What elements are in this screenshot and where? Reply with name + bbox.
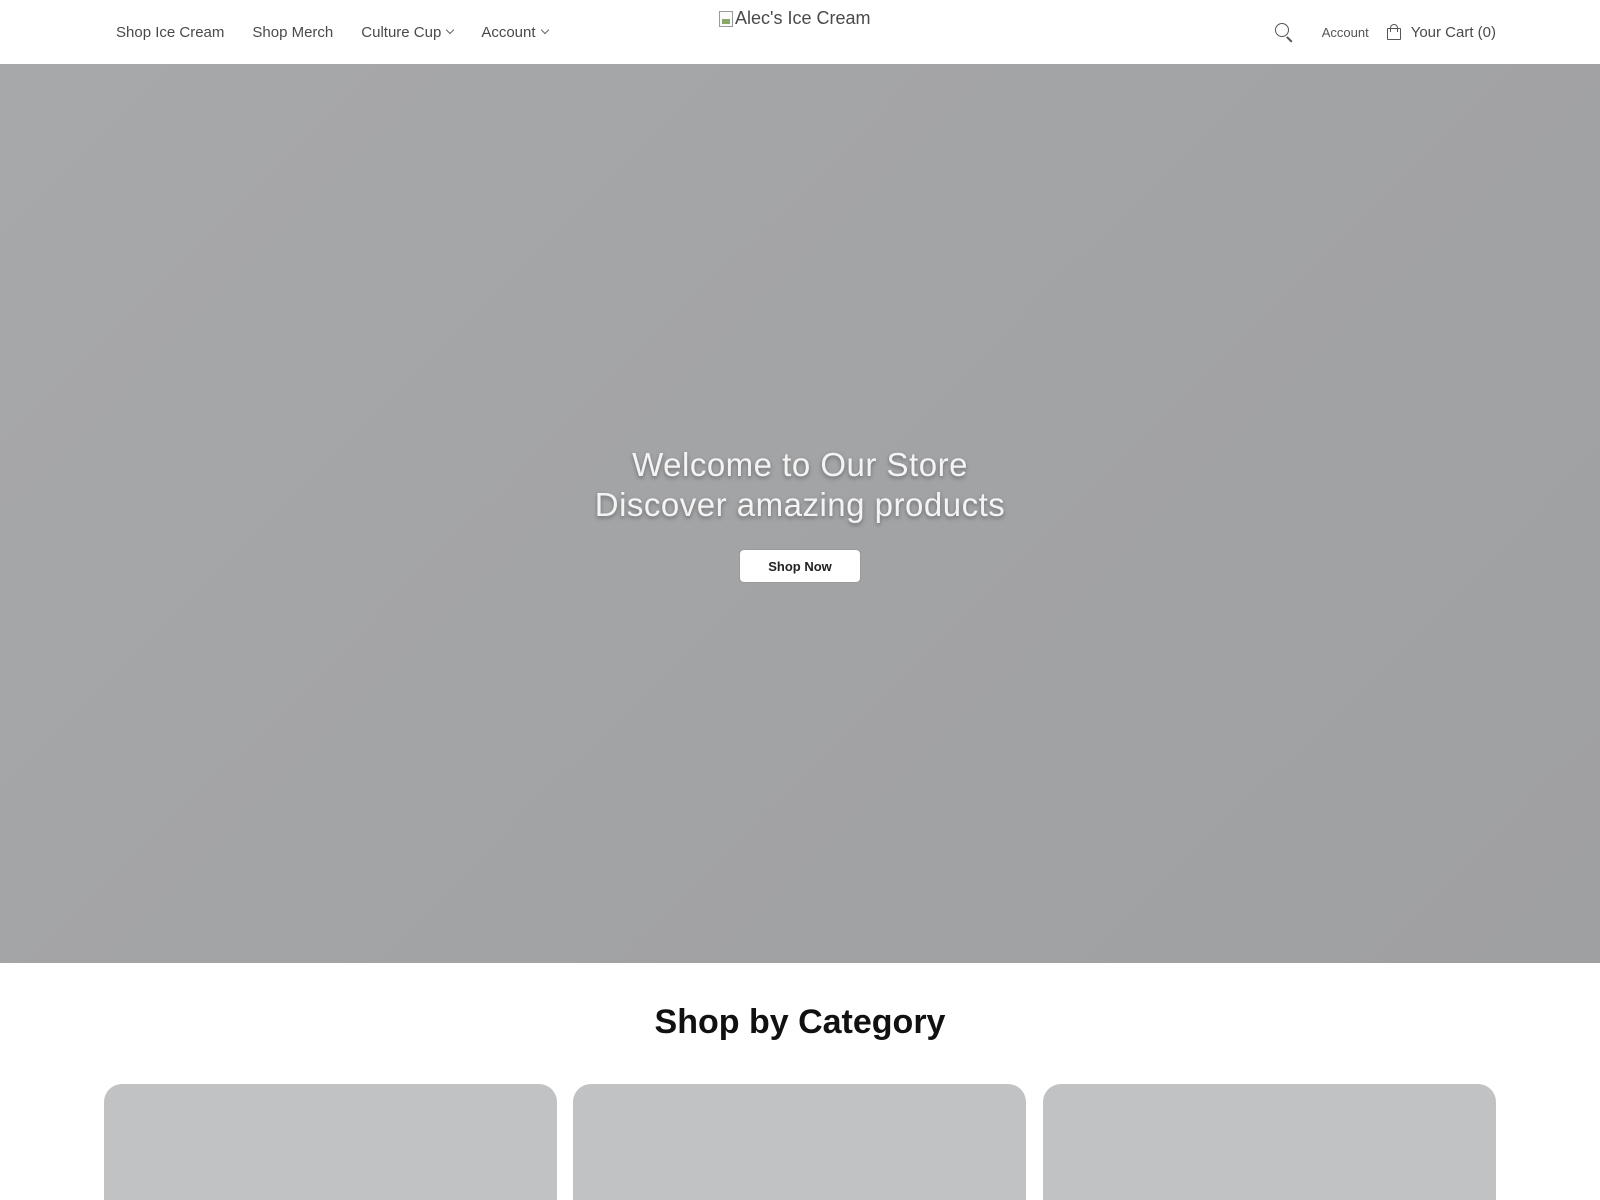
account-link[interactable]: Account <box>1322 25 1369 40</box>
nav-shop-ice-cream[interactable]: Shop Ice Cream <box>116 24 224 41</box>
category-section-title: Shop by Category <box>654 1003 946 1041</box>
cart-label: Your Cart (0) <box>1410 23 1496 41</box>
chevron-down-icon <box>446 25 455 35</box>
category-card[interactable] <box>573 1084 1026 1200</box>
shop-now-button[interactable]: Shop Now <box>739 549 861 583</box>
site-header: Shop Ice Cream Shop Merch Culture Cup Ac… <box>0 0 1600 64</box>
nav-label: Shop Ice Cream <box>116 23 225 41</box>
site-logo[interactable]: Alec's Ice Cream <box>719 8 870 29</box>
category-card[interactable] <box>1043 1084 1496 1200</box>
chevron-down-icon <box>540 25 549 35</box>
hero-banner: Welcome to Our Store Discover amazing pr… <box>0 64 1600 963</box>
header-actions: Account Your Cart (0) <box>1274 0 1496 64</box>
nav-label: Culture Cup <box>361 23 442 41</box>
nav-account[interactable]: Account <box>481 23 549 41</box>
nav-label: Account <box>481 23 536 41</box>
category-card[interactable] <box>104 1084 557 1200</box>
shopping-bag-icon <box>1386 24 1401 40</box>
nav-shop-merch[interactable]: Shop Merch <box>252 24 333 41</box>
hero-subheading: Discover amazing products <box>594 486 1006 523</box>
logo-alt-text: Alec's Ice Cream <box>735 8 871 28</box>
nav-label: Shop Merch <box>252 23 334 41</box>
hero-heading: Welcome to Our Store <box>632 446 968 483</box>
cart-link[interactable]: Your Cart (0) <box>1386 23 1496 41</box>
search-icon[interactable] <box>1274 22 1294 43</box>
main-nav: Shop Ice Cream Shop Merch Culture Cup Ac… <box>116 0 576 64</box>
nav-culture-cup[interactable]: Culture Cup <box>361 23 455 41</box>
broken-image-icon <box>719 10 733 27</box>
